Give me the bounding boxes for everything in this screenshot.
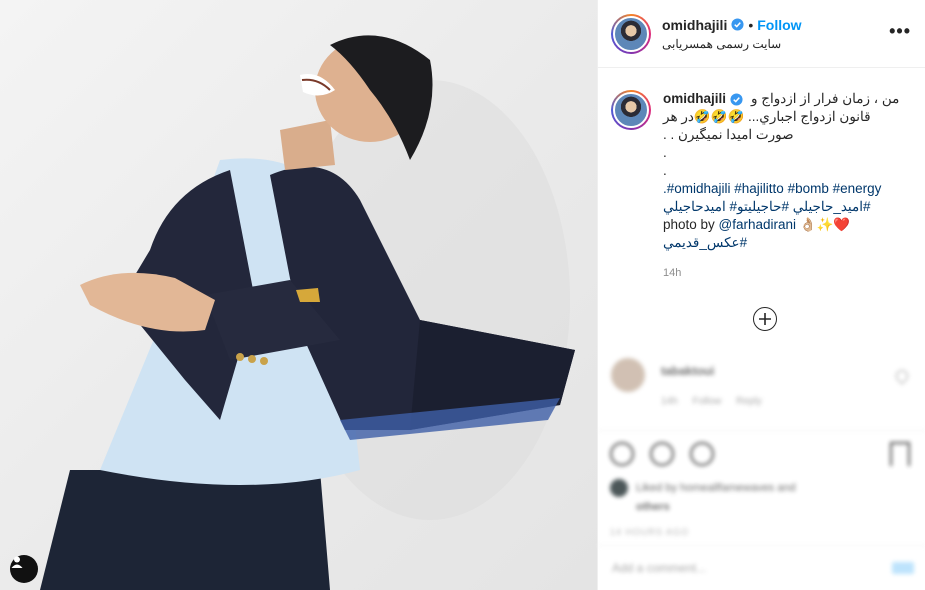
post-actions: Liked by homeallfamewaves and others 14 …	[598, 430, 925, 545]
verified-badge-icon	[730, 92, 743, 106]
post-comment-button[interactable]	[892, 562, 914, 574]
caption-text-line: قانون ازدواج اجباري... 🤣🤣🤣در هر	[663, 109, 871, 124]
hashtag-links[interactable]: #امید_حاجیلي #حاجیلیتو# امیدحاجیلي	[663, 198, 909, 216]
caption-text-line: .	[663, 145, 667, 160]
comment-input[interactable]: Add a comment...	[612, 561, 892, 575]
mention-link[interactable]: @farhadirani	[719, 217, 797, 232]
photo-credit-label: photo by	[663, 217, 719, 232]
plus-icon	[759, 313, 771, 325]
post-image	[40, 35, 575, 590]
more-options-button[interactable]: •••	[889, 21, 911, 42]
tagged-users-button[interactable]	[10, 555, 38, 583]
hashtag-links[interactable]: .#omidhajili #hajilitto #bomb #energy	[663, 180, 909, 198]
follow-button[interactable]: Follow	[757, 17, 801, 33]
caption-text-line: صورت امیدا نمیگیرن . .	[663, 127, 794, 142]
comment-meta[interactable]: 14h Follow Reply	[661, 396, 762, 407]
comment-like-icon[interactable]	[893, 367, 911, 385]
avatar[interactable]	[611, 13, 651, 54]
bookmark-icon[interactable]	[890, 442, 910, 466]
load-more-comments-button[interactable]	[753, 307, 777, 331]
comment-avatar[interactable]	[611, 358, 645, 392]
post-date[interactable]: 14 HOURS AGO	[610, 527, 914, 537]
likes-text[interactable]: Liked by homeallfamewaves and	[636, 482, 796, 494]
share-icon[interactable]	[690, 442, 714, 466]
add-comment-bar: Add a comment...	[598, 545, 925, 590]
separator-dot: •	[748, 16, 754, 33]
post-side-panel: omidhajili • Follow سایت رسمی همسریابی •…	[597, 0, 925, 590]
user-icon	[11, 556, 23, 568]
comment-username[interactable]: tabaktoui	[661, 364, 714, 378]
caption-timestamp[interactable]: 14h	[663, 264, 909, 282]
caption-username[interactable]: omidhajili	[663, 90, 726, 108]
like-icon[interactable]	[610, 442, 634, 466]
likes-others[interactable]: others	[636, 501, 914, 513]
post-header: omidhajili • Follow سایت رسمی همسریابی •…	[598, 0, 925, 68]
caption-block: omidhajili من ، زمان فرار از ازدواج و قا…	[598, 68, 925, 282]
caption-avatar[interactable]	[611, 90, 651, 130]
verified-badge-icon	[731, 18, 744, 31]
liker-avatar[interactable]	[610, 479, 628, 497]
hashtag-links[interactable]: #عکس_قديمي	[663, 234, 909, 252]
post-photo[interactable]	[0, 0, 597, 590]
caption-text-line: من ، زمان فرار از ازدواج و	[751, 91, 900, 106]
caption-text-line: .	[663, 163, 667, 178]
username-link[interactable]: omidhajili	[662, 17, 727, 33]
caption-emoji: 👌🏼✨❤️	[796, 217, 851, 232]
location-link[interactable]: سایت رسمی همسریابی	[662, 37, 889, 51]
comment-icon[interactable]	[650, 442, 674, 466]
